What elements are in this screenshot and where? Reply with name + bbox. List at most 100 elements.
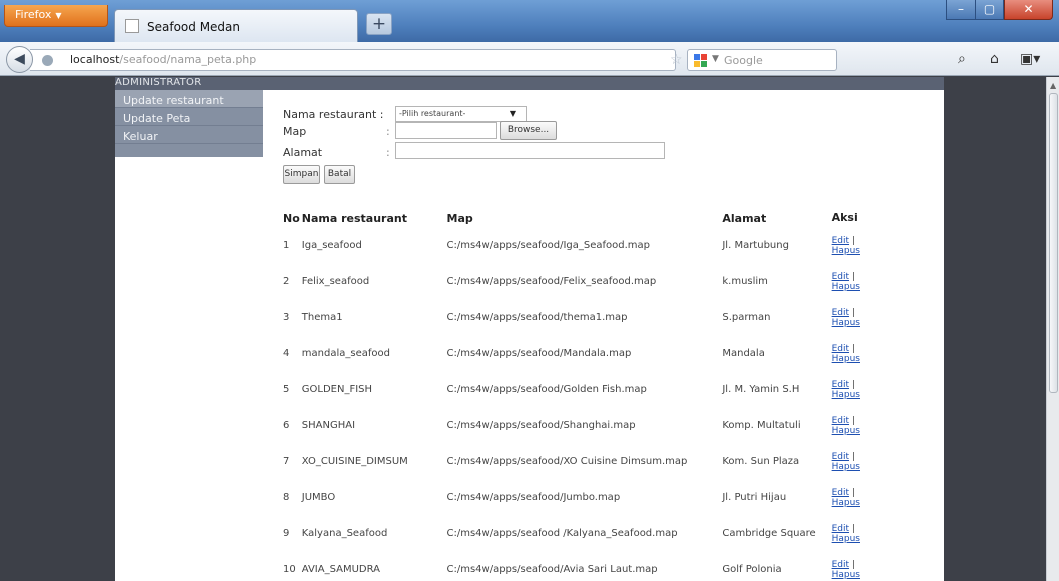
search-icon[interactable]: ⌕ [958, 51, 966, 67]
browse-button[interactable]: Browse... [500, 121, 557, 140]
edit-link[interactable]: Edit [832, 344, 849, 354]
cell-map-path: C:/ms4w/apps/seafood/Felix_seafood.map [446, 276, 657, 287]
cell-no: 10 [283, 564, 296, 575]
alamat-label: Alamat [283, 146, 323, 159]
scroll-up-icon[interactable]: ▲ [1050, 81, 1056, 90]
cell-alamat: Golf Polonia [722, 564, 782, 575]
delete-link[interactable]: Hapus [832, 246, 860, 256]
chevron-down-icon: ▼ [55, 11, 62, 20]
bookmarks-menu-icon[interactable]: ▣▾ [1020, 51, 1040, 67]
firefox-menu-button[interactable]: Firefox ▼ [4, 5, 108, 27]
edit-link[interactable]: Edit [832, 380, 849, 390]
search-input[interactable]: Google [724, 54, 763, 67]
delete-link[interactable]: Hapus [832, 498, 860, 508]
delete-link[interactable]: Hapus [832, 534, 860, 544]
cell-aksi: Edit | Hapus [832, 228, 879, 264]
cell-no: 8 [283, 492, 290, 503]
cell-no: 6 [283, 420, 290, 431]
delete-link[interactable]: Hapus [832, 282, 860, 292]
cell-alamat: Jl. M. Yamin S.H [722, 384, 800, 395]
address-bar[interactable]: localhost/seafood/nama_peta.php ☆ ▼ ↻ [30, 49, 717, 71]
restaurant-select[interactable]: -Pilih restaurant- ▼ [395, 106, 527, 122]
map-file-input[interactable] [395, 122, 497, 139]
edit-link[interactable]: Edit [832, 524, 849, 534]
cell-map-path: C:/ms4w/apps/seafood/thema1.map [446, 312, 628, 323]
reset-button[interactable]: Batal [324, 165, 355, 184]
delete-link[interactable]: Hapus [832, 462, 860, 472]
page-viewport: ▲ ADMINISTRATOR Update restaurant Update… [0, 77, 1059, 581]
back-button[interactable]: ◀ [6, 46, 33, 73]
search-engine-dropdown-icon[interactable]: ▼ [712, 54, 719, 64]
main-content: Nama restaurant : -Pilih restaurant- ▼ M… [263, 90, 944, 581]
tab-title: Seafood Medan [147, 20, 241, 34]
link-separator: | [851, 308, 855, 318]
cell-map-path: C:/ms4w/apps/seafood/Shanghai.map [446, 420, 636, 431]
cell-aksi: Edit | Hapus [832, 516, 879, 552]
cell-map-path: C:/ms4w/apps/seafood/Mandala.map [446, 348, 632, 359]
delete-link[interactable]: Hapus [832, 354, 860, 364]
maximize-icon: ▢ [983, 2, 996, 16]
cell-restaurant-name: JUMBO [301, 492, 336, 503]
link-separator: | [851, 452, 855, 462]
delete-link[interactable]: Hapus [832, 426, 860, 436]
sidebar-item-update-peta[interactable]: Update Peta [115, 108, 263, 126]
table-row: 6 SHANGHAI C:/ms4w/apps/seafood/Shanghai.m… [283, 408, 879, 444]
table-row: 4 mandala_seafood C:/ms4w/apps/seafood/Man… [283, 336, 879, 372]
cell-map-path: C:/ms4w/apps/seafood/Iga_Seafood.map [446, 240, 651, 251]
search-bar[interactable]: ▼ Google [687, 49, 837, 71]
url-text: localhost/seafood/nama_peta.php [70, 53, 256, 66]
edit-link[interactable]: Edit [832, 452, 849, 462]
table-row: 2 Felix_seafood C:/ms4w/apps/seafood/Felix… [283, 264, 879, 300]
cell-map-path: C:/ms4w/apps/seafood/XO Cuisine Dimsum.m… [446, 456, 688, 467]
cell-restaurant-name: Kalyana_Seafood [301, 528, 388, 539]
close-button[interactable]: ✕ [1004, 0, 1053, 20]
cell-alamat: Jl. Putri Hijau [722, 492, 787, 503]
vertical-scrollbar[interactable]: ▲ [1046, 77, 1059, 581]
cell-restaurant-name: mandala_seafood [301, 348, 390, 359]
edit-link[interactable]: Edit [832, 272, 849, 282]
table-header-row: No Nama restaurant Map Alamat Aksi [283, 208, 879, 228]
cell-aksi: Edit | Hapus [832, 264, 879, 300]
delete-link[interactable]: Hapus [832, 570, 860, 580]
restaurant-select-value: -Pilih restaurant- [399, 109, 466, 118]
new-tab-button[interactable]: + [366, 13, 392, 35]
table-row: 8 JUMBO C:/ms4w/apps/seafood/Jumbo.map Jl. … [283, 480, 879, 516]
col-header-aksi: Aksi [831, 211, 858, 224]
cell-restaurant-name: Felix_seafood [301, 276, 370, 287]
delete-link[interactable]: Hapus [832, 390, 860, 400]
edit-link[interactable]: Edit [832, 416, 849, 426]
cell-map-path: C:/ms4w/apps/seafood/Jumbo.map [446, 492, 621, 503]
save-button[interactable]: Simpan [283, 165, 320, 184]
cell-no: 4 [283, 348, 290, 359]
col-header-map: Map [446, 211, 473, 225]
edit-link[interactable]: Edit [832, 308, 849, 318]
alamat-colon: : [386, 146, 390, 159]
cell-restaurant-name: Thema1 [301, 312, 343, 323]
browser-tab[interactable]: Seafood Medan [114, 9, 358, 42]
cell-aksi: Edit | Hapus [832, 372, 879, 408]
cell-no: 1 [283, 240, 290, 251]
cell-restaurant-name: XO_CUISINE_DIMSUM [301, 456, 408, 467]
site-identity-icon [42, 55, 53, 66]
sidebar-item-update-restaurant[interactable]: Update restaurant [115, 90, 263, 108]
bookmark-star-icon[interactable]: ☆ [670, 52, 683, 68]
admin-header: ADMINISTRATOR [115, 77, 944, 90]
table-row: 3 Thema1 C:/ms4w/apps/seafood/thema1.map S.… [283, 300, 879, 336]
cell-restaurant-name: GOLDEN_FISH [301, 384, 373, 395]
link-separator: | [851, 416, 855, 426]
alamat-input[interactable] [395, 142, 665, 159]
edit-link[interactable]: Edit [832, 488, 849, 498]
delete-link[interactable]: Hapus [832, 318, 860, 328]
sidebar-item-keluar[interactable]: Keluar [115, 126, 263, 144]
admin-sidebar: Update restaurant Update Peta Keluar [115, 90, 263, 157]
url-host: localhost [70, 53, 120, 66]
edit-link[interactable]: Edit [832, 236, 849, 246]
admin-header-title: ADMINISTRATOR [115, 77, 202, 88]
maximize-button[interactable]: ▢ [976, 0, 1004, 20]
scrollbar-thumb[interactable] [1049, 93, 1058, 393]
home-icon[interactable]: ⌂ [990, 51, 999, 67]
cell-restaurant-name: AVIA_SAMUDRA [301, 564, 381, 575]
minimize-button[interactable]: – [946, 0, 976, 20]
map-colon: : [386, 125, 390, 138]
edit-link[interactable]: Edit [832, 560, 849, 570]
